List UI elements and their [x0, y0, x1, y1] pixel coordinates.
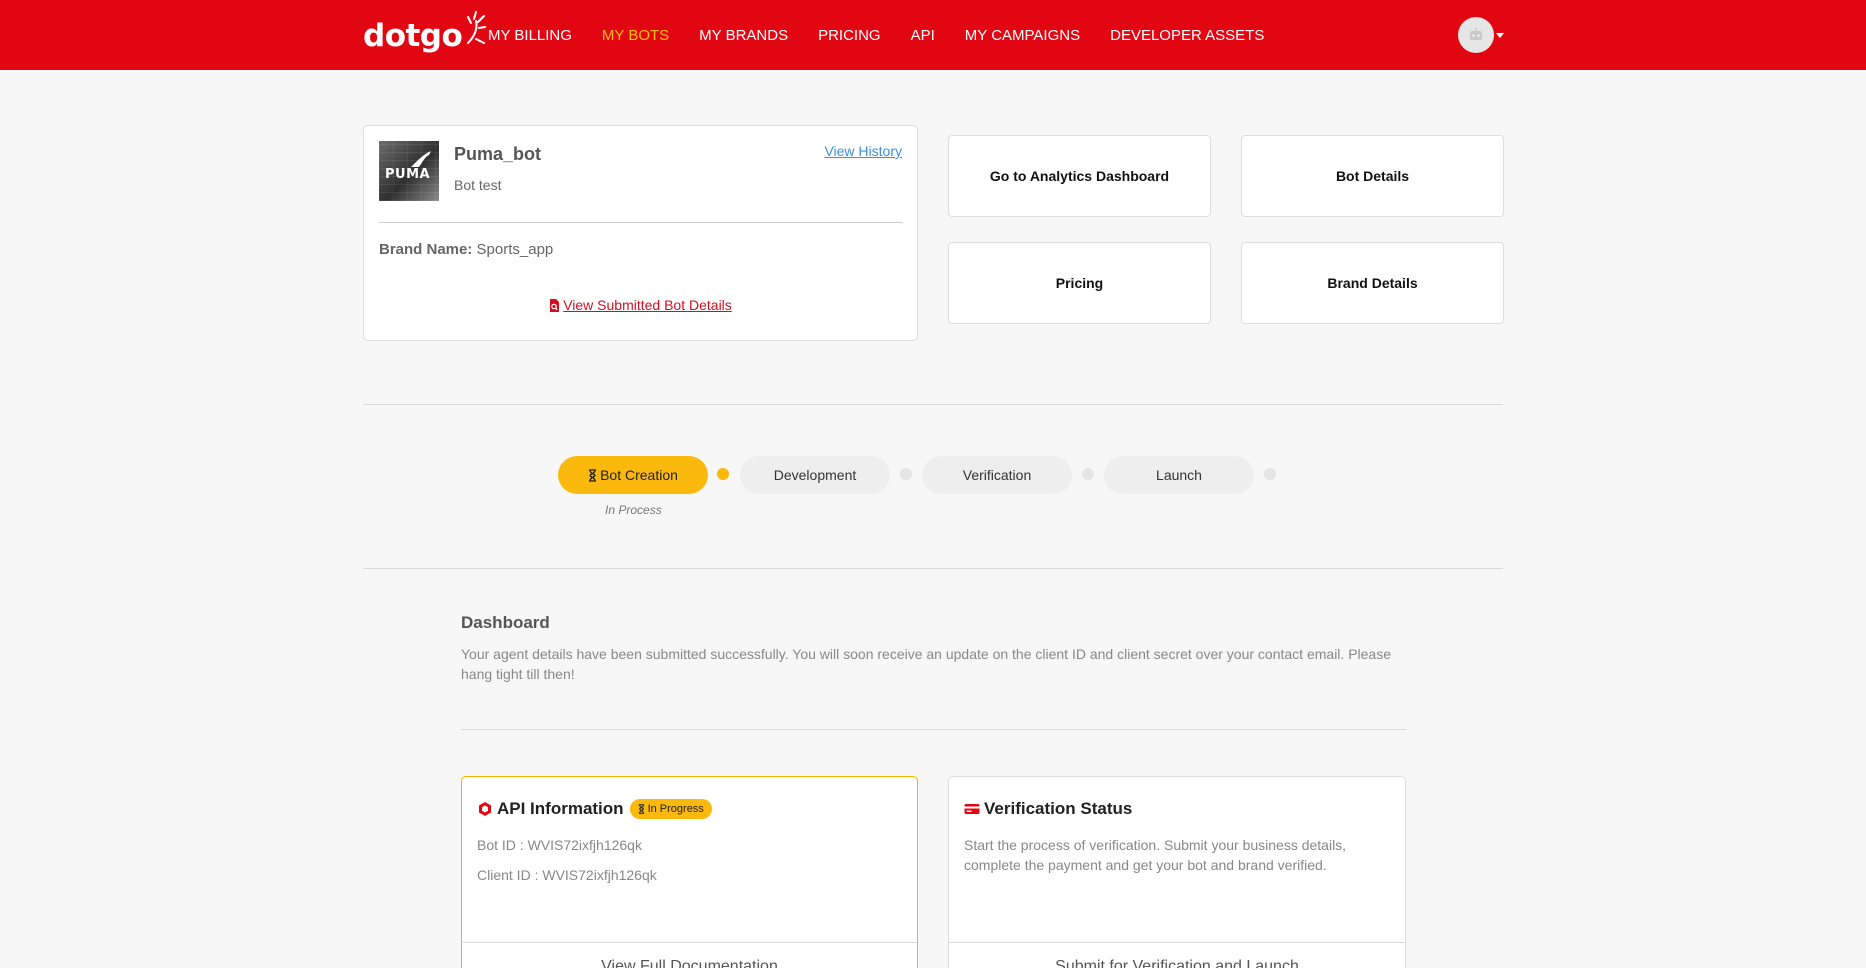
api-hexagon-icon: [477, 801, 493, 817]
panel-footer-divider: [462, 942, 917, 943]
step-label: Verification: [962, 467, 1032, 483]
menu-item-my-brands[interactable]: MY BRANDS: [699, 27, 788, 44]
user-avatar[interactable]: [1458, 17, 1494, 53]
menu-item-my-campaigns[interactable]: MY CAMPAIGNS: [965, 27, 1080, 44]
status-badge: In Progress: [629, 799, 712, 819]
step-label: Development: [773, 467, 857, 483]
view-submitted-bot-details-link[interactable]: View Submitted Bot Details: [364, 297, 917, 313]
step-dot: [717, 468, 729, 480]
bot-summary-card: PUMA Puma_bot Bot test View History Bran…: [363, 125, 918, 341]
step-launch[interactable]: Launch: [1104, 456, 1254, 494]
section-divider: [363, 568, 1503, 569]
bot-details-button[interactable]: Bot Details: [1241, 135, 1504, 217]
main-menu: MY BILLING MY BOTS MY BRANDS PRICING API…: [488, 0, 1294, 70]
document-search-icon: [550, 299, 560, 312]
api-information-heading: API Information In Progress: [477, 799, 712, 819]
logo-spark-icon: [467, 11, 487, 44]
verification-description: Start the process of verification. Submi…: [964, 837, 1347, 873]
step-dot: [1082, 468, 1094, 480]
brand-details-button[interactable]: Brand Details: [1241, 242, 1504, 324]
verification-status-heading: Verification Status: [964, 799, 1132, 819]
step-dot: [900, 468, 912, 480]
client-id-text: Client ID : WVIS72ixfjh126qk: [477, 867, 657, 883]
step-dot: [1264, 468, 1276, 480]
bot-avatar-text: PUMA: [385, 167, 431, 182]
go-to-analytics-dashboard-button[interactable]: Go to Analytics Dashboard: [948, 135, 1211, 217]
menu-item-developer-assets[interactable]: DEVELOPER ASSETS: [1110, 27, 1264, 44]
bot-description: Bot test: [454, 177, 502, 193]
view-full-documentation-button[interactable]: View Full Documentation: [462, 958, 917, 968]
robot-icon: [1470, 28, 1482, 40]
submitted-link-label: View Submitted Bot Details: [563, 297, 732, 313]
top-navbar: dotgo MY BILLING MY BOTS MY BRANDS PRICI…: [0, 0, 1866, 70]
brand-name-value: Sports_app: [476, 241, 554, 258]
hourglass-icon: [638, 804, 644, 814]
dashboard-message: Your agent details have been submitted s…: [461, 646, 1391, 682]
api-information-panel: API Information In Progress Bot ID : WVI…: [461, 776, 918, 968]
step-verification[interactable]: Verification: [922, 456, 1072, 494]
menu-item-my-billing[interactable]: MY BILLING: [488, 27, 572, 44]
pricing-button[interactable]: Pricing: [948, 242, 1211, 324]
api-information-title: API Information: [497, 799, 624, 818]
bot-name: Puma_bot: [454, 144, 542, 164]
status-badge-label: In Progress: [647, 803, 704, 815]
brand-name-row: Brand Name: Sports_app: [379, 241, 553, 258]
hourglass-icon: [589, 468, 597, 482]
submit-for-verification-button[interactable]: Submit for Verification and Launch: [949, 958, 1405, 968]
menu-item-api[interactable]: API: [911, 27, 935, 44]
logo-text: dotgo: [363, 18, 463, 54]
bot-avatar-image: PUMA: [379, 141, 439, 201]
divider: [379, 222, 903, 223]
bot-id-text: Bot ID : WVIS72ixfjh126qk: [477, 837, 642, 853]
chevron-down-icon[interactable]: [1496, 33, 1504, 38]
dotgo-logo[interactable]: dotgo: [363, 11, 487, 58]
verification-status-panel: Verification Status Start the process of…: [948, 776, 1406, 968]
section-divider: [363, 404, 1503, 405]
menu-item-pricing[interactable]: PRICING: [818, 27, 881, 44]
step-status: In Process: [605, 503, 662, 517]
step-label: Bot Creation: [600, 467, 678, 483]
puma-cat-icon: [411, 151, 431, 167]
panel-footer-divider: [949, 942, 1405, 943]
brand-name-label: Brand Name:: [379, 241, 473, 258]
step-label: Launch: [1156, 467, 1202, 483]
step-development[interactable]: Development: [740, 456, 890, 494]
view-history-link[interactable]: View History: [824, 143, 902, 159]
verification-status-title: Verification Status: [984, 799, 1133, 818]
dashboard-title: Dashboard: [461, 613, 550, 632]
section-divider: [461, 729, 1406, 730]
step-bot-creation[interactable]: Bot Creation: [558, 456, 708, 494]
menu-item-my-bots[interactable]: MY BOTS: [602, 27, 669, 44]
card-icon: [964, 802, 980, 816]
